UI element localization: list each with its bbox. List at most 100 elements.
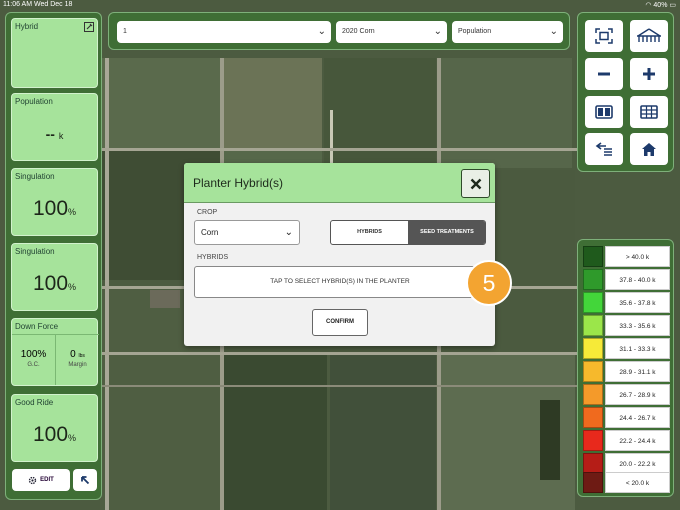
dialog-header: Planter Hybrid(s) — [184, 163, 495, 203]
legend-swatch — [583, 246, 603, 267]
legend-swatch — [583, 407, 603, 428]
tile-singulation-1[interactable]: Singulation 100% — [11, 168, 98, 236]
chevron-down-icon: ⌄ — [284, 227, 293, 238]
table-view-button[interactable] — [630, 96, 668, 128]
crop-label: CROP — [197, 209, 218, 216]
tile-singulation-2[interactable]: Singulation 100% — [11, 243, 98, 311]
home-icon — [642, 142, 656, 156]
legend-row: 31.1 - 33.3 k — [583, 338, 670, 359]
legend-label: 37.8 - 40.0 k — [605, 269, 670, 290]
down-force-margin-value: 0 lbs — [70, 349, 85, 360]
fit-view-button[interactable] — [585, 20, 623, 52]
tile-down-force[interactable]: Down Force 100% G.C. 0 lbs Margin — [11, 318, 99, 386]
chevron-down-icon: ⌄ — [549, 26, 558, 37]
field-select-value: 1 — [123, 28, 127, 35]
season-select-value: 2020 Corn — [342, 28, 375, 35]
legend-row: 20.0 - 22.2 k — [583, 453, 670, 474]
legend-label: < 20.0 k — [605, 472, 670, 493]
legend-swatch — [583, 361, 603, 382]
step-badge: 5 — [466, 260, 512, 306]
chevron-down-icon: ⌄ — [433, 26, 442, 37]
wifi-icon: ◠ — [645, 2, 652, 9]
legend-row: 26.7 - 28.9 k — [583, 384, 670, 405]
legend-label: 20.0 - 22.2 k — [605, 453, 670, 474]
legend-row: 28.9 - 31.1 k — [583, 361, 670, 382]
crop-select-value: Corn — [201, 228, 219, 237]
down-force-gc-label: G.C. — [27, 362, 40, 368]
edit-label: EDIT — [40, 477, 54, 483]
split-view-button[interactable] — [585, 96, 623, 128]
zoom-in-button[interactable] — [630, 58, 668, 90]
chevron-down-icon: ⌄ — [317, 26, 326, 37]
zoom-out-button[interactable] — [585, 58, 623, 90]
legend-swatch — [583, 338, 603, 359]
tile-label: Population — [15, 97, 53, 106]
layer-select-value: Population — [458, 28, 492, 35]
close-button[interactable] — [461, 169, 490, 198]
legend-label: 24.4 - 26.7 k — [605, 407, 670, 428]
split-view-icon — [595, 105, 613, 119]
planter-view-button[interactable] — [630, 20, 668, 52]
expand-button[interactable] — [73, 469, 97, 491]
legend-label: 22.2 - 24.4 k — [605, 430, 670, 451]
tab-seed-treatments[interactable]: SEED TREATMENTS — [408, 221, 485, 244]
battery-icon: ▭ — [669, 2, 676, 9]
tab-hybrids[interactable]: HYBRIDS — [331, 221, 408, 244]
select-hybrids-button[interactable]: TAP TO SELECT HYBRID(S) IN THE PLANTER — [194, 266, 486, 298]
legend-swatch — [583, 472, 603, 493]
selector-bar: 1 ⌄ 2020 Corn ⌄ Population ⌄ — [108, 12, 570, 50]
legend-row: > 40.0 k — [583, 246, 670, 267]
crop-select[interactable]: Corn ⌄ — [194, 220, 300, 245]
tile-hybrid[interactable]: Hybrid — [11, 18, 98, 88]
legend-label: 28.9 - 31.1 k — [605, 361, 670, 382]
status-bar: 11:06 AM Wed Dec 18 ◠ 40% ▭ — [0, 0, 680, 10]
legend-row: 24.4 - 26.7 k — [583, 407, 670, 428]
arrow-up-left-icon — [81, 476, 90, 485]
metrics-panel: Hybrid Population -- k Singulation 100% … — [5, 12, 102, 500]
field-select[interactable]: 1 ⌄ — [117, 21, 331, 43]
legend-label: 26.7 - 28.9 k — [605, 384, 670, 405]
fit-screen-icon — [595, 28, 613, 44]
table-icon — [640, 105, 658, 119]
home-button[interactable] — [630, 133, 668, 165]
down-force-gc-value: 100% — [20, 349, 47, 360]
legend-row: 35.6 - 37.8 k — [583, 292, 670, 313]
battery-percent: 40% — [653, 2, 668, 9]
legend-row: < 20.0 k — [583, 472, 670, 493]
hybrid-treatment-toggle: HYBRIDS SEED TREATMENTS — [330, 220, 486, 245]
map-controls — [577, 12, 674, 172]
legend-swatch — [583, 384, 603, 405]
legend-swatch — [583, 430, 603, 451]
legend-row: 33.3 - 35.6 k — [583, 315, 670, 336]
tile-label: Hybrid — [15, 22, 39, 31]
tile-value: 100% — [32, 197, 77, 220]
tile-value: 100% — [32, 423, 77, 446]
tile-label: Down Force — [15, 322, 59, 331]
tile-good-ride[interactable]: Good Ride 100% — [11, 394, 98, 462]
transfer-button[interactable] — [585, 133, 623, 165]
minus-icon — [598, 72, 610, 76]
divider — [55, 335, 56, 385]
close-icon — [470, 178, 481, 189]
hybrids-label: HYBRIDS — [197, 254, 229, 261]
legend-swatch — [583, 269, 603, 290]
layer-select[interactable]: Population ⌄ — [452, 21, 563, 43]
plus-icon — [643, 68, 655, 80]
legend-label: 31.1 - 33.3 k — [605, 338, 670, 359]
edit-icon[interactable] — [84, 22, 94, 32]
legend-swatch — [583, 292, 603, 313]
legend-label: 35.6 - 37.8 k — [605, 292, 670, 313]
status-battery: ◠ 40% ▭ — [645, 1, 676, 9]
legend-label: > 40.0 k — [605, 246, 670, 267]
tile-label: Singulation — [15, 172, 55, 181]
status-time-date: 11:06 AM Wed Dec 18 — [3, 1, 73, 8]
legend-row: 22.2 - 24.4 k — [583, 430, 670, 451]
legend-swatch — [583, 453, 603, 474]
season-select[interactable]: 2020 Corn ⌄ — [336, 21, 447, 43]
population-legend: > 40.0 k 37.8 - 40.0 k 35.6 - 37.8 k 33.… — [577, 239, 674, 497]
gear-icon — [28, 476, 37, 484]
edit-layout-button[interactable]: EDIT — [12, 469, 70, 491]
down-force-margin-label: Margin — [68, 362, 87, 368]
confirm-button[interactable]: CONFIRM — [312, 309, 368, 336]
tile-population[interactable]: Population -- k — [11, 93, 98, 161]
